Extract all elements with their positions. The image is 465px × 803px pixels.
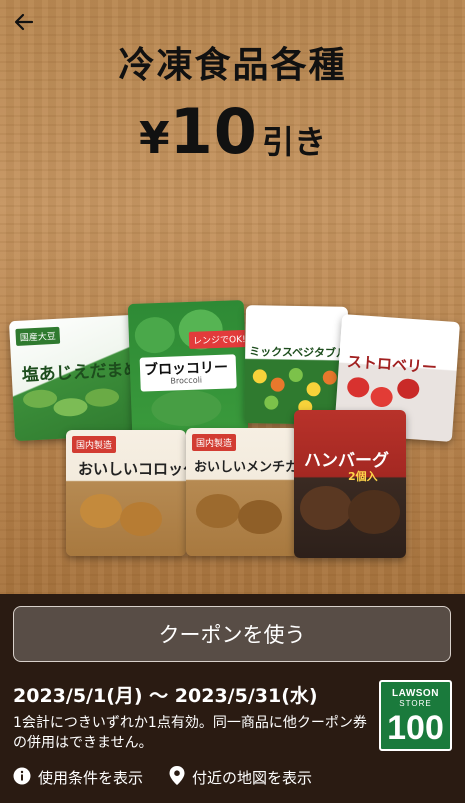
product-subname: 2個入 (348, 470, 378, 483)
price-suffix: 引き (261, 123, 326, 161)
logo-line-1: LAWSON (392, 688, 439, 699)
validity-period: 2023/5/1(月) 〜 2023/5/31(水) (13, 685, 318, 707)
product-tag: 国産大豆 (15, 326, 61, 347)
product-name: ミックスベジタブル (249, 345, 348, 360)
product-mixed-vegetables: ミックスベジタブル (243, 305, 349, 425)
product-tag: レンジでOK! (188, 329, 249, 349)
product-name: おいしいメンチカツ (194, 460, 298, 475)
lawson-store-100-logo: LAWSON STORE 100 (379, 680, 452, 751)
price-symbol: ¥ (139, 113, 170, 164)
show-nearby-map-link[interactable]: 付近の地図を表示 (169, 766, 312, 789)
show-terms-label: 使用条件を表示 (38, 769, 144, 787)
price-amount: 10 (169, 95, 258, 168)
product-hamburg: ハンバーグ 2個入 (294, 410, 406, 558)
show-nearby-map-label: 付近の地図を表示 (192, 769, 313, 787)
discount-amount: ¥10 引き (0, 95, 465, 168)
product-subname: Broccoli (170, 375, 203, 386)
product-tag: 国内製造 (192, 434, 237, 451)
product-menchi-katsu: 国内製造 おいしいメンチカツ (186, 428, 298, 556)
coupon-terms-note: 1会計につきいずれか1点有効。同一商品に他クーポン券の併用はできません。 (13, 715, 367, 751)
show-terms-link[interactable]: 使用条件を表示 (13, 766, 143, 789)
product-broccoli: レンジでOK! ブロッコリー Broccoli (127, 300, 249, 436)
footer-links: 使用条件を表示 付近の地図を表示 (13, 766, 312, 789)
product-name: ストロベリー (346, 352, 438, 377)
coupon-hero-image: 冷凍食品各種 ¥10 引き 国産大豆 塩あじえだまめ レンジでOK! ブロッコリー… (0, 0, 465, 594)
logo-line-2: STORE (399, 699, 432, 708)
coupon-title: 冷凍食品各種 (118, 45, 347, 86)
logo-line-3: 100 (387, 709, 444, 747)
map-pin-icon (169, 766, 185, 789)
product-tag: 国内製造 (72, 436, 117, 453)
product-edamame: 国産大豆 塩あじえだまめ (8, 314, 141, 442)
product-name: 塩あじえだまめ (21, 359, 141, 386)
product-croquette: 国内製造 おいしいコロッケ (66, 430, 186, 556)
back-button[interactable] (10, 10, 38, 38)
info-icon (13, 767, 31, 789)
product-name: おいしいコロッケ (78, 460, 186, 478)
use-coupon-button[interactable]: クーポンを使う (13, 606, 451, 662)
arrow-left-icon (14, 12, 34, 36)
